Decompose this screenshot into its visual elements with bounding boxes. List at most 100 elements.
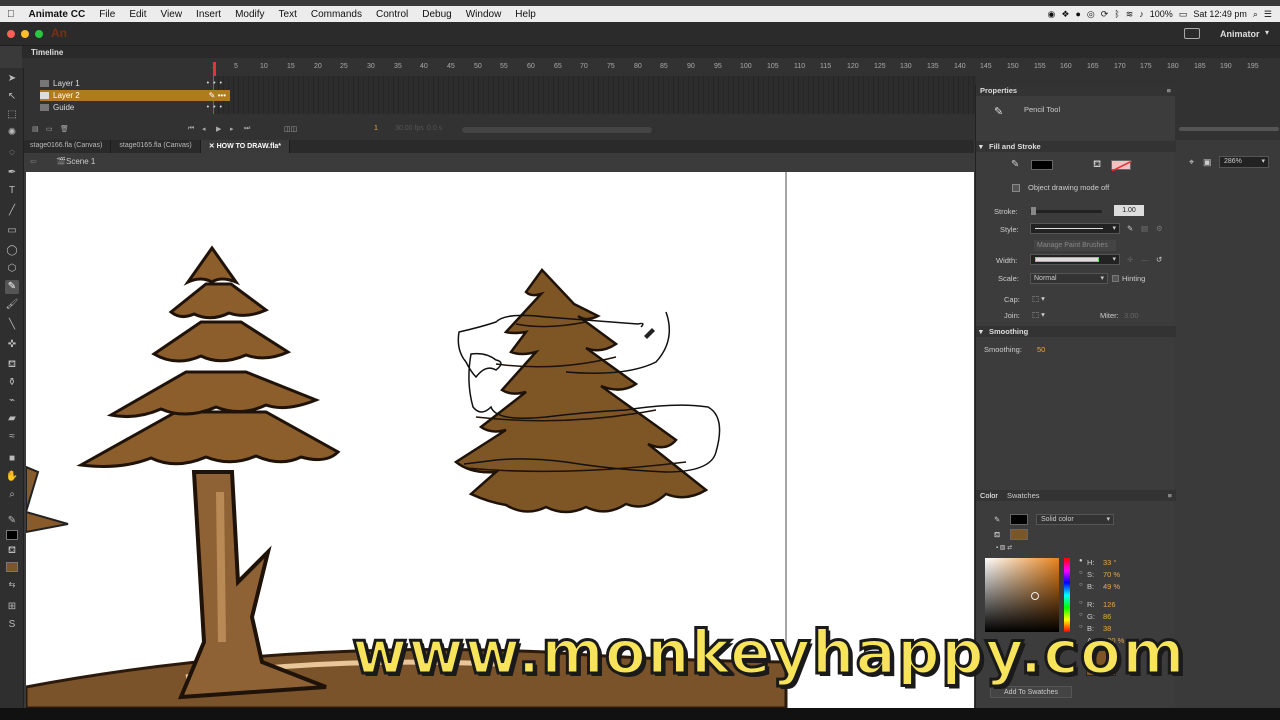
color-picker-handle[interactable] xyxy=(1031,592,1039,600)
menu-edit[interactable]: Edit xyxy=(122,9,153,20)
swap-colors-icon[interactable]: ⇆ xyxy=(5,578,19,592)
ink-bottle-icon[interactable]: ⚱ xyxy=(5,376,19,390)
fill-bucket-icon[interactable]: ⛾ xyxy=(994,530,1000,540)
scale-select[interactable]: Normal ▾ xyxy=(1030,273,1108,284)
fill-color-swatch[interactable] xyxy=(6,562,18,572)
workspace-switcher[interactable]: Animator xyxy=(1220,29,1260,39)
doc-tab-active[interactable]: ✕ HOW TO DRAW.fla* xyxy=(200,140,291,153)
paint-brush-icon[interactable]: 🖌 xyxy=(5,298,19,312)
step-back-icon[interactable]: ◂ xyxy=(202,125,206,133)
reset-width-icon[interactable]: ↺ xyxy=(1156,255,1162,264)
width-tool-icon[interactable]: ≈ xyxy=(5,430,19,444)
brush-tool-icon[interactable]: ╲ xyxy=(5,318,19,332)
apple-menu-icon[interactable]:  xyxy=(0,9,22,20)
menu-insert[interactable]: Insert xyxy=(189,9,228,20)
menu-view[interactable]: View xyxy=(154,9,190,20)
battery-icon[interactable]: ▭ xyxy=(1179,9,1188,20)
paint-brush-icon[interactable]: ⚙ xyxy=(1156,224,1163,233)
paint-bucket-icon[interactable]: ⛾ xyxy=(5,358,19,372)
join-select[interactable]: ⬚ ▾ xyxy=(1032,310,1045,319)
zoom-window-button[interactable] xyxy=(35,30,43,38)
timeline-tab[interactable]: Timeline xyxy=(31,48,63,57)
r-radio[interactable]: ○ xyxy=(1079,600,1083,606)
layer-name[interactable]: Layer 2 xyxy=(53,91,80,100)
rectangle-tool-icon[interactable]: ▭ xyxy=(5,224,19,238)
zoom-tool-icon[interactable]: ⌕ xyxy=(5,488,19,502)
doc-tab[interactable]: stage0165.fla (Canvas) xyxy=(111,140,201,153)
lasso-icon[interactable]: ◌ xyxy=(5,146,19,160)
layer-row-1[interactable]: Layer 1 ••• xyxy=(40,78,230,89)
snap-to-center-icon[interactable]: ⌖ xyxy=(1189,157,1194,168)
sync-settings-icon[interactable] xyxy=(1184,28,1200,39)
close-window-button[interactable] xyxy=(7,30,15,38)
style-select[interactable]: ▾ xyxy=(1030,223,1120,234)
minimize-window-button[interactable] xyxy=(21,30,29,38)
new-layer-icon[interactable]: ▤ xyxy=(32,125,39,133)
layer-name[interactable]: Guide xyxy=(53,103,74,112)
record-icon[interactable]: ◉ xyxy=(1048,9,1056,20)
s-value[interactable]: 70 % xyxy=(1103,570,1120,579)
stroke-slider-handle[interactable] xyxy=(1031,207,1036,215)
hinting-checkbox[interactable] xyxy=(1112,275,1119,282)
shield-icon[interactable]: ◎ xyxy=(1087,9,1095,20)
close-tab-icon[interactable]: ✕ xyxy=(209,143,217,150)
timeline-scrollbar[interactable] xyxy=(462,127,652,133)
b-radio[interactable]: ○ xyxy=(1079,582,1083,588)
rewind-icon[interactable]: ⏮ xyxy=(188,125,194,133)
bluetooth-icon[interactable]: ᛒ xyxy=(1114,9,1119,19)
stroke-slider[interactable] xyxy=(1030,210,1102,213)
layer-name[interactable]: Layer 1 xyxy=(53,79,80,88)
current-frame[interactable]: 1 xyxy=(374,125,378,132)
fill-color-none-swatch[interactable] xyxy=(1111,160,1133,172)
scene-name[interactable]: Scene 1 xyxy=(66,157,95,166)
smooth-icon[interactable]: S xyxy=(5,618,19,632)
r-value[interactable]: 126 xyxy=(1103,600,1116,609)
eraser-icon[interactable]: ▰ xyxy=(5,412,19,426)
frame-ruler[interactable]: 1 5 10 15 20 25 30 35 40 45 50 55 60 65 … xyxy=(212,62,1280,74)
add-width-icon[interactable]: ✛ xyxy=(1127,255,1133,264)
cap-select[interactable]: ⬚ ▾ xyxy=(1032,294,1045,303)
brush-library-icon[interactable]: ▤ xyxy=(1141,224,1148,233)
menu-modify[interactable]: Modify xyxy=(228,9,271,20)
wifi-icon[interactable]: ≋ xyxy=(1126,9,1134,20)
stroke-color-pencil-icon[interactable]: ✎ xyxy=(5,514,19,528)
layer-row-guide[interactable]: Guide ••• xyxy=(40,102,230,113)
workspace-dropdown-icon[interactable]: ▾ xyxy=(1265,28,1269,37)
stroke-pencil-icon[interactable]: ✎ xyxy=(994,515,1000,524)
menu-debug[interactable]: Debug xyxy=(415,9,458,20)
back-arrow-icon[interactable]: ⇦ xyxy=(30,157,37,166)
search-icon[interactable]: ⌕ xyxy=(1253,9,1258,20)
h-value[interactable]: 33 ° xyxy=(1103,558,1116,567)
volume-icon[interactable]: ♪ xyxy=(1139,9,1144,19)
camera-icon[interactable]: ■ xyxy=(5,452,19,466)
remove-width-icon[interactable]: — xyxy=(1141,255,1149,264)
b-value[interactable]: 49 % xyxy=(1103,582,1120,591)
oval-tool-icon[interactable]: ◯ xyxy=(5,244,19,258)
menu-text[interactable]: Text xyxy=(272,9,304,20)
list-icon[interactable]: ☰ xyxy=(1264,9,1272,20)
hand-tool-icon[interactable]: ✋ xyxy=(5,470,19,484)
object-drawing-icon[interactable] xyxy=(1012,184,1020,192)
fill-stroke-section-header[interactable]: ▾ Fill and Stroke xyxy=(976,141,1176,152)
panel-menu-icon[interactable]: ≡ xyxy=(1167,86,1171,95)
step-forward-icon[interactable]: ▸ xyxy=(230,125,234,133)
doc-tab[interactable]: stage0166.fla (Canvas) xyxy=(22,140,112,153)
onion-skin-icon[interactable]: ◫◫ xyxy=(284,125,297,133)
menu-commands[interactable]: Commands xyxy=(304,9,369,20)
eyedropper-icon[interactable]: ⌁ xyxy=(5,394,19,408)
line-tool-icon[interactable]: ╱ xyxy=(5,204,19,218)
new-folder-icon[interactable]: ▭ xyxy=(46,125,53,133)
stroke-color-swatch[interactable] xyxy=(1031,160,1053,170)
stroke-input[interactable]: 1.00 xyxy=(1114,205,1144,216)
clock[interactable]: Sat 12:49 pm xyxy=(1193,9,1247,19)
menu-control[interactable]: Control xyxy=(369,9,415,20)
smoothing-value[interactable]: 50 xyxy=(1037,345,1045,354)
zoom-select[interactable]: 286% ▾ xyxy=(1219,156,1269,168)
h-radio[interactable]: ● xyxy=(1079,558,1083,564)
3d-rotation-icon[interactable]: ✺ xyxy=(5,126,19,140)
fill-bucket-icon[interactable]: ⛾ xyxy=(5,544,19,558)
chrome-icon[interactable]: ● xyxy=(1075,9,1080,19)
smoothing-section-header[interactable]: ▾ Smoothing xyxy=(976,326,1176,337)
timeline-zoom-slider[interactable] xyxy=(1179,127,1279,131)
stroke-color-swatch[interactable] xyxy=(6,530,18,540)
